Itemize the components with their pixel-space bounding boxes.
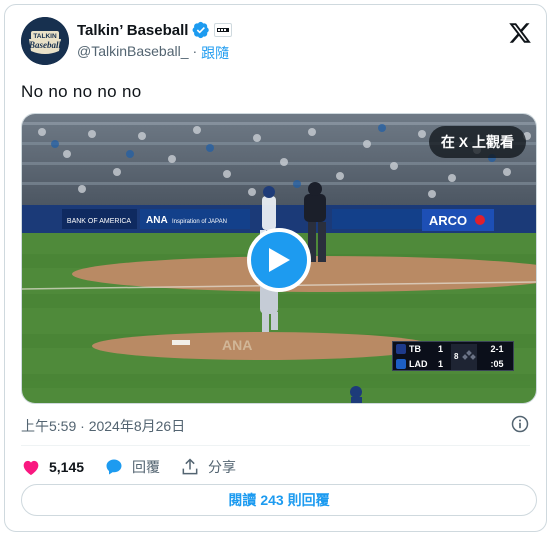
pitch-count: 2-1 [490,344,504,354]
read-replies-count: 243 [260,492,284,508]
author-name-row: Talkin’ Baseball [77,20,233,40]
rays-logo-icon [396,344,406,354]
away-team: TB [409,344,421,354]
separator: · [192,43,198,59]
reply-button[interactable]: 回覆 [104,457,160,477]
verified-badge-icon[interactable] [192,21,210,39]
home-score: 1 [437,359,443,369]
scorebug: TB 1 LAD 1 8 2-1 :05 [392,341,514,371]
reply-bubble-icon [106,459,122,475]
reply-label: 回覆 [132,459,161,475]
avatar[interactable]: TALKIN Baseball [21,17,69,65]
video-player[interactable]: BANK OF AMERICA ANA Inspiration of JAPAN… [21,113,537,404]
pitch-clock: :05 [490,359,504,369]
like-count: 5,145 [49,459,85,475]
share-label: 分享 [208,459,237,475]
info-icon[interactable] [510,414,530,434]
share-icon [182,458,198,475]
play-icon [269,248,290,272]
inning: 8 [454,352,459,361]
heart-icon [23,460,39,475]
scorebug-home: LAD 1 [393,357,449,371]
avatar-text-top: TALKIN [33,33,57,40]
divider [21,445,530,446]
play-button[interactable] [247,228,311,292]
talkin-baseball-logo: TALKIN Baseball [21,17,69,65]
sign-ana-sub: Inspiration of JAPAN [172,219,227,225]
timestamp[interactable]: 上午5:59 · 2024年8月26日 [21,416,185,436]
bases-icon [462,350,476,360]
watch-on-x-button[interactable]: 在 X 上觀看 [428,126,526,158]
action-bar: 5,145 回覆 分享 [21,455,256,479]
handle-row: @TalkinBaseball_ · 跟隨 [77,43,229,63]
tweet-card: TALKIN Baseball Talkin’ Baseball @Talkin… [4,4,547,532]
x-logo-icon[interactable] [508,21,532,45]
sign-arco: ARCO [429,213,467,228]
display-name[interactable]: Talkin’ Baseball [77,22,188,39]
fielder [350,386,362,403]
dodgers-logo-icon [396,359,406,369]
svg-text:ANA: ANA [222,337,252,353]
tweet-text: No no no no no [21,82,142,101]
scorebug-inning-box: 8 [451,344,477,370]
sign-bank: BANK OF AMERICA [67,218,132,225]
read-replies-suffix: 則回覆 [287,492,330,508]
home-team: LAD [409,359,428,369]
away-score: 1 [437,344,443,354]
follow-link[interactable]: 跟隨 [201,43,229,63]
sign-ana: ANA [146,215,168,226]
scorebug-away: TB 1 [393,342,449,356]
like-button[interactable]: 5,145 [21,457,84,477]
avatar-text-main: Baseball [28,40,62,50]
read-replies-button[interactable]: 閱讀 243 則回覆 [21,484,537,516]
share-button[interactable]: 分享 [180,457,236,477]
read-replies-prefix: 閱讀 [228,492,257,508]
affiliate-badge-icon[interactable] [214,23,233,37]
handle[interactable]: @TalkinBaseball_ [77,43,189,63]
